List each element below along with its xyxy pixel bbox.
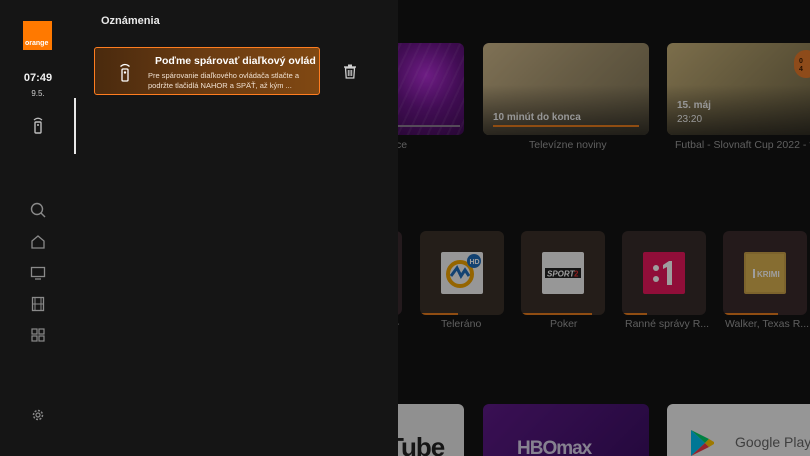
card-caption: Teleráno [441, 318, 482, 330]
tv-icon[interactable] [29, 264, 47, 282]
svg-text:SPORT: SPORT [547, 270, 576, 279]
recent-card-football[interactable]: 15. máj 23:20 [667, 43, 810, 135]
orange-logo: orange [23, 21, 52, 50]
svg-text:KRIMI: KRIMI [757, 270, 780, 279]
svg-text:HD: HD [470, 259, 480, 266]
card-caption: Ranné správy R... [625, 318, 710, 330]
svg-text:2: 2 [574, 270, 579, 279]
settings-icon[interactable] [29, 406, 47, 424]
time-label: 23:20 [677, 114, 703, 125]
search-icon[interactable] [29, 201, 47, 219]
markiza-hd-logo: HD [441, 252, 483, 294]
film-icon[interactable] [29, 295, 47, 313]
notification-item[interactable]: Poďme spárovať diaľkový ovlád Pre spárov… [94, 47, 320, 95]
time-left-label: 10 minút do konca [493, 112, 581, 123]
hbomax-app[interactable]: HBOmax [483, 404, 649, 456]
notification-body: Pre spárovanie diaľkového ovládača stlač… [148, 71, 300, 90]
sport2-logo: SPORT 2 [542, 252, 584, 294]
card-caption: Walker, Texas R... [725, 318, 810, 330]
content-area: ce 10 minút do konca Televízne noviny 15… [390, 0, 810, 456]
active-indicator [74, 98, 76, 154]
google-play-icon [691, 430, 714, 456]
krimi-logo: KRIMI [744, 252, 786, 294]
home-icon[interactable] [29, 233, 47, 251]
card-caption: Futbal - Slovnaft Cup 2022 - fin [675, 139, 810, 151]
channel-card-krimi[interactable]: KRIMI [723, 231, 807, 315]
trash-icon[interactable] [343, 64, 357, 79]
channel-card-markiza[interactable]: HD [420, 231, 504, 315]
recent-card-partial[interactable] [390, 43, 464, 135]
remote-icon [120, 63, 130, 82]
card-caption: Poker [550, 318, 578, 330]
recent-card-news[interactable]: 10 minút do konca [483, 43, 649, 135]
apps-icon[interactable] [29, 326, 47, 344]
card-caption: Televízne noviny [529, 139, 607, 151]
status-badge: 04 [794, 50, 810, 78]
remote-icon[interactable] [29, 116, 47, 134]
date-label: 15. máj [677, 100, 711, 111]
clock-time: 07:49 [23, 72, 53, 84]
notification-panel: orange 07:49 9.5. Oznámenia Poďme spárov… [0, 0, 398, 456]
channel-card-sport2[interactable]: SPORT 2 [521, 231, 605, 315]
clock-date: 9.5. [31, 89, 45, 98]
page-title: Oznámenia [101, 15, 160, 27]
youtube-app[interactable]: Tube [390, 404, 464, 456]
google-play-app[interactable]: Google Play [667, 404, 810, 456]
jednotka-logo [643, 252, 685, 294]
notification-title: Poďme spárovať diaľkový ovlád [155, 55, 316, 67]
channel-card-jednotka[interactable] [622, 231, 706, 315]
sidebar: orange 07:49 9.5. [0, 0, 76, 456]
